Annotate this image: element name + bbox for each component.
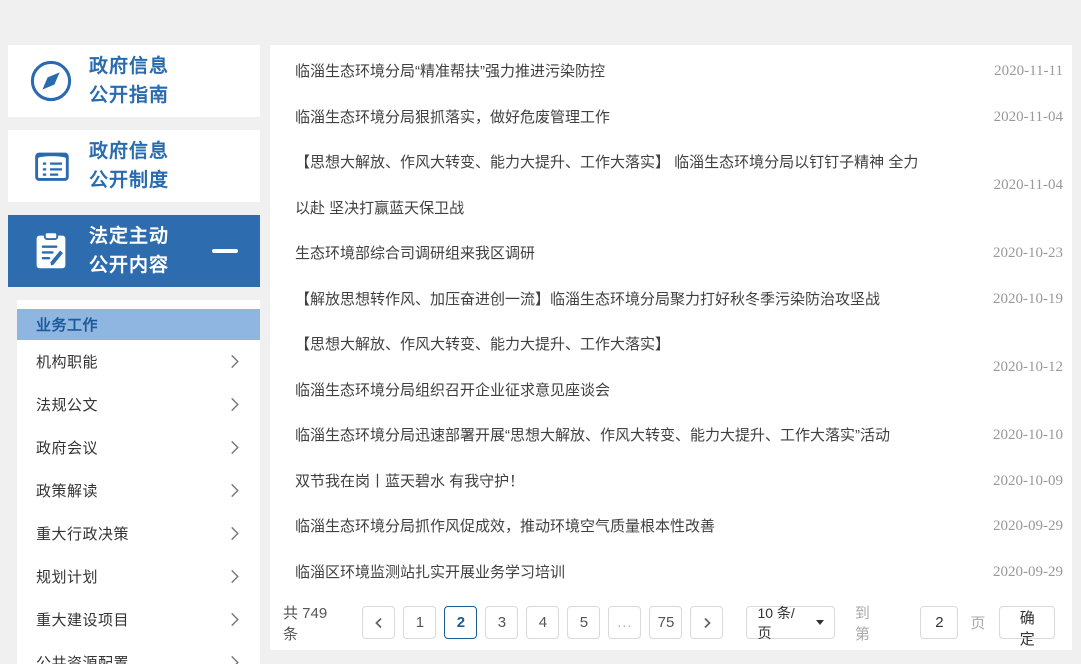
sidebar-submenu-item[interactable]: 重大建设项目 bbox=[17, 598, 260, 641]
sidebar-submenu-item[interactable]: 政策解读 bbox=[17, 469, 260, 512]
news-title[interactable]: 生态环境部综合司调研组来我区调研 bbox=[295, 231, 993, 277]
news-list-item[interactable]: 临淄生态环境分局抓作风促成效，推动环境空气质量根本性改善 2020-09-29 bbox=[295, 504, 1063, 550]
submenu-item-label: 法规公文 bbox=[36, 397, 99, 414]
news-list-item[interactable]: 【思想大解放、作风大转变、能力大提升、工作大落实】 临淄生态环境分局组织召开企业… bbox=[295, 322, 1063, 413]
news-title[interactable]: 临淄生态环境分局抓作风促成效，推动环境空气质量根本性改善 bbox=[295, 504, 993, 550]
page-number-button[interactable]: 1 bbox=[403, 606, 437, 639]
page-number-button[interactable]: 3 bbox=[485, 606, 519, 639]
submenu-item-label: 规划计划 bbox=[36, 569, 99, 586]
chevron-right-icon bbox=[230, 569, 240, 584]
sidebar-submenu-item[interactable]: 机构职能 bbox=[17, 340, 260, 383]
news-title[interactable]: 双节我在岗丨蓝天碧水 有我守护！ bbox=[295, 459, 993, 505]
caret-down-icon bbox=[815, 620, 824, 625]
page-number-button[interactable]: 75 bbox=[649, 606, 683, 639]
goto-label-prefix: 到第 bbox=[854, 604, 870, 643]
news-date: 2020-09-29 bbox=[993, 563, 1063, 580]
news-date: 2020-11-11 bbox=[994, 63, 1063, 80]
news-date: 2020-09-29 bbox=[993, 518, 1063, 535]
submenu-item-label: 政策解读 bbox=[36, 483, 99, 500]
sidebar-submenu-item[interactable]: 法规公文 bbox=[17, 383, 260, 426]
sidebar-item-label: 政府信息 公开制度 bbox=[89, 141, 170, 191]
page-number-button[interactable]: ... bbox=[608, 606, 642, 639]
news-list-item[interactable]: 临淄生态环境分局狠抓落实，做好危废管理工作 2020-11-04 bbox=[295, 95, 1063, 141]
news-list: 临淄生态环境分局“精准帮扶”强力推进污染防控 2020-11-11 临淄生态环境… bbox=[270, 45, 1072, 595]
sidebar-item-label: 政府信息 公开指南 bbox=[89, 56, 170, 106]
page-number-button[interactable]: 2 bbox=[444, 606, 478, 639]
news-date: 2020-11-04 bbox=[993, 108, 1063, 125]
sidebar-item-gov-info-guide[interactable]: 政府信息 公开指南 bbox=[8, 45, 260, 117]
pagination: 共 749 条 1 2 3 4 5 ... 75 10 条/页 到第 页 确定 bbox=[270, 595, 1072, 650]
news-list-item[interactable]: 临淄生态环境分局迅速部署开展“思想大解放、作风大转变、能力大提升、工作大落实”活… bbox=[295, 413, 1063, 459]
news-date: 2020-10-23 bbox=[993, 245, 1063, 262]
news-title[interactable]: 临淄生态环境分局狠抓落实，做好危废管理工作 bbox=[295, 95, 994, 141]
sidebar-submenu-item[interactable]: 公共资源配置 bbox=[17, 641, 260, 664]
news-date: 2020-10-09 bbox=[993, 472, 1063, 489]
chevron-right-icon bbox=[230, 655, 240, 664]
sidebar-submenu-item[interactable]: 业务工作 bbox=[17, 309, 260, 340]
submenu-item-label: 机构职能 bbox=[36, 354, 99, 371]
news-date: 2020-10-12 bbox=[993, 359, 1063, 375]
news-title[interactable]: 【思想大解放、作风大转变、能力大提升、工作大落实】 临淄生态环境分局以钉钉子精神… bbox=[295, 140, 994, 231]
news-list-item[interactable]: 【解放思想转作风、加压奋进创一流】临淄生态环境分局聚力打好秋冬季污染防治攻坚战 … bbox=[295, 277, 1063, 323]
chevron-right-icon bbox=[230, 526, 240, 541]
chevron-right-icon bbox=[230, 440, 240, 455]
chevron-right-icon bbox=[230, 612, 240, 627]
goto-page-input[interactable] bbox=[920, 606, 959, 639]
chevron-right-icon bbox=[230, 483, 240, 498]
page-size-label: 10 条/页 bbox=[757, 604, 795, 641]
document-list-icon bbox=[28, 143, 74, 189]
submenu-item-label: 业务工作 bbox=[36, 317, 99, 334]
confirm-button[interactable]: 确定 bbox=[999, 606, 1055, 648]
sidebar-item-label: 法定主动 公开内容 bbox=[89, 226, 170, 276]
submenu-item-label: 重大建设项目 bbox=[36, 612, 130, 629]
sidebar-submenu-item[interactable]: 规划计划 bbox=[17, 555, 260, 598]
news-list-item[interactable]: 双节我在岗丨蓝天碧水 有我守护！ 2020-10-09 bbox=[295, 459, 1063, 505]
news-list-item[interactable]: 【思想大解放、作风大转变、能力大提升、工作大落实】 临淄生态环境分局以钉钉子精神… bbox=[295, 140, 1063, 231]
news-list-item[interactable]: 临淄区环境监测站扎实开展业务学习培训 2020-09-29 bbox=[295, 550, 1063, 596]
news-date: 2020-11-04 bbox=[993, 177, 1063, 193]
chevron-right-icon bbox=[230, 354, 240, 369]
submenu-item-label: 重大行政决策 bbox=[36, 526, 130, 543]
news-date: 2020-10-10 bbox=[993, 427, 1063, 444]
sidebar-submenu-item[interactable]: 重大行政决策 bbox=[17, 512, 260, 555]
clipboard-pencil-icon bbox=[28, 228, 74, 274]
news-title[interactable]: 临淄生态环境分局“精准帮扶”强力推进污染防控 bbox=[295, 49, 994, 95]
news-title[interactable]: 临淄区环境监测站扎实开展业务学习培训 bbox=[295, 550, 993, 596]
sidebar-item-statutory-disclosure[interactable]: 法定主动 公开内容 bbox=[8, 215, 260, 287]
submenu-item-label: 政府会议 bbox=[36, 440, 99, 457]
page-number-button[interactable]: 4 bbox=[526, 606, 560, 639]
page-number-button[interactable]: 5 bbox=[567, 606, 601, 639]
total-count: 共 749 条 bbox=[283, 604, 328, 643]
collapse-minus-icon[interactable] bbox=[212, 249, 238, 253]
chevron-right-icon bbox=[230, 397, 240, 412]
sidebar-submenu-item[interactable]: 政府会议 bbox=[17, 426, 260, 469]
goto-label-suffix: 页 bbox=[970, 615, 986, 632]
sidebar: 政府信息 公开指南 政府信息 公开制度 法定主动 公开内容 业务工作 机构职能 … bbox=[8, 45, 260, 664]
submenu-item-label: 公共资源配置 bbox=[36, 655, 130, 664]
main-content: 临淄生态环境分局“精准帮扶”强力推进污染防控 2020-11-11 临淄生态环境… bbox=[270, 45, 1072, 650]
news-list-item[interactable]: 生态环境部综合司调研组来我区调研 2020-10-23 bbox=[295, 231, 1063, 277]
compass-icon bbox=[28, 58, 74, 104]
next-page-button[interactable] bbox=[690, 606, 724, 639]
sidebar-item-gov-info-system[interactable]: 政府信息 公开制度 bbox=[8, 130, 260, 202]
news-title[interactable]: 【解放思想转作风、加压奋进创一流】临淄生态环境分局聚力打好秋冬季污染防治攻坚战 bbox=[295, 277, 993, 323]
page-size-select[interactable]: 10 条/页 bbox=[746, 605, 835, 641]
news-list-item[interactable]: 临淄生态环境分局“精准帮扶”强力推进污染防控 2020-11-11 bbox=[295, 49, 1063, 95]
news-date: 2020-10-19 bbox=[993, 290, 1063, 307]
prev-page-button[interactable] bbox=[362, 606, 396, 639]
news-title[interactable]: 【思想大解放、作风大转变、能力大提升、工作大落实】 临淄生态环境分局组织召开企业… bbox=[295, 322, 993, 413]
news-title[interactable]: 临淄生态环境分局迅速部署开展“思想大解放、作风大转变、能力大提升、工作大落实”活… bbox=[295, 413, 993, 459]
sidebar-submenu: 业务工作 机构职能 法规公文 政府会议 政策解读 重大行政决策 规划计划 重大建… bbox=[17, 300, 260, 664]
